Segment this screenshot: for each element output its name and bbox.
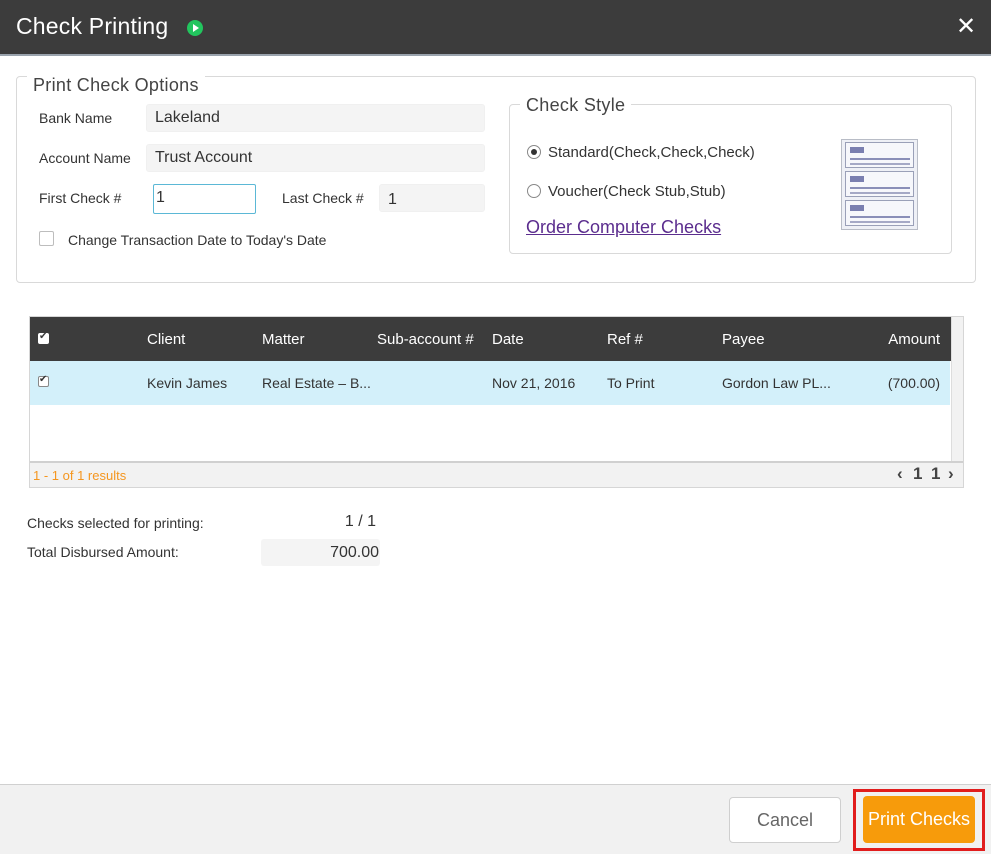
bank-name-field: Lakeland xyxy=(146,104,485,132)
col-client[interactable]: Client xyxy=(147,331,185,348)
print-checks-button[interactable]: Print Checks xyxy=(863,796,975,843)
order-computer-checks-link[interactable]: Order Computer Checks xyxy=(526,217,721,238)
checks-selected-value: 1 / 1 xyxy=(344,513,376,530)
first-check-input[interactable]: 1 xyxy=(153,184,256,214)
close-icon[interactable]: ✕ xyxy=(954,15,978,39)
row-amount: (700.00) xyxy=(887,375,940,391)
cancel-button[interactable]: Cancel xyxy=(729,797,841,843)
select-all-checkbox[interactable] xyxy=(38,331,49,344)
col-date[interactable]: Date xyxy=(492,331,524,348)
col-matter[interactable]: Matter xyxy=(262,331,305,348)
next-page-icon[interactable]: › xyxy=(948,464,954,484)
check-style-preview-image xyxy=(841,139,918,230)
first-check-label: First Check # xyxy=(39,190,122,206)
results-count: 1 - 1 of 1 results xyxy=(33,468,127,483)
voucher-radio-label: Voucher(Check Stub,Stub) xyxy=(548,183,726,200)
row-client: Kevin James xyxy=(147,375,228,391)
dialog-footer xyxy=(0,784,991,854)
check-style-legend: Check Style xyxy=(520,95,632,116)
row-date: Nov 21, 2016 xyxy=(492,375,576,391)
page-number[interactable]: 1 xyxy=(913,464,922,484)
checks-grid: Client Matter Sub-account # Date Ref # P… xyxy=(29,316,964,488)
page-total: 1 xyxy=(931,464,941,483)
row-ref: To Print xyxy=(607,375,655,391)
standard-radio-label: Standard(Check,Check,Check) xyxy=(548,144,755,161)
dialog-title: Check Printing xyxy=(16,13,169,39)
col-amount[interactable]: Amount xyxy=(888,331,940,348)
total-disbursed-label: Total Disbursed Amount: xyxy=(27,544,179,560)
col-payee[interactable]: Payee xyxy=(722,331,765,348)
play-circle-icon[interactable] xyxy=(187,20,203,36)
prev-page-icon[interactable]: ‹ xyxy=(897,464,903,484)
grid-scrollbar[interactable] xyxy=(951,317,963,461)
checks-selected-label: Checks selected for printing: xyxy=(27,515,204,531)
row-checkbox[interactable] xyxy=(38,374,49,387)
total-disbursed-value: 700.00 xyxy=(330,544,379,561)
dialog-titlebar: Check Printing ✕ xyxy=(0,0,991,56)
col-subaccount[interactable]: Sub-account # xyxy=(377,331,474,348)
col-ref[interactable]: Ref # xyxy=(607,331,643,348)
row-payee: Gordon Law PL... xyxy=(722,375,831,391)
table-row[interactable]: Kevin James Real Estate – B... Nov 21, 2… xyxy=(30,361,950,405)
account-name-field: Trust Account xyxy=(146,144,485,172)
voucher-radio[interactable] xyxy=(527,184,541,198)
grid-pager-bar: 1 - 1 of 1 results ‹ 1 1 › xyxy=(30,461,963,487)
last-check-label: Last Check # xyxy=(282,190,364,206)
grid-header: Client Matter Sub-account # Date Ref # P… xyxy=(30,317,952,361)
change-date-checkbox[interactable] xyxy=(39,231,54,246)
account-name-label: Account Name xyxy=(39,150,131,166)
last-check-field: 1 xyxy=(379,184,485,212)
bank-name-label: Bank Name xyxy=(39,110,113,126)
change-date-label: Change Transaction Date to Today's Date xyxy=(68,232,327,248)
row-matter: Real Estate – B... xyxy=(262,375,371,391)
print-check-options-legend: Print Check Options xyxy=(27,75,205,96)
standard-radio[interactable] xyxy=(527,145,541,159)
